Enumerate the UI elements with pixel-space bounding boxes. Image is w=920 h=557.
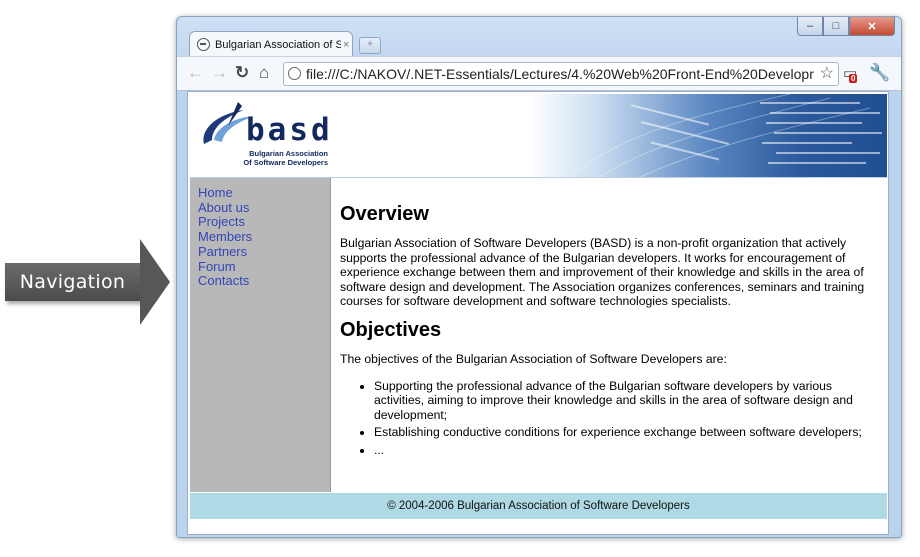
nav-link-partners[interactable]: Partners	[198, 244, 247, 259]
nav-list: Home About us Projects Members Partners …	[190, 178, 330, 289]
nav-link-members[interactable]: Members	[198, 229, 252, 244]
nav-item-home: Home	[198, 185, 330, 201]
new-tab-button[interactable]: +	[359, 37, 381, 54]
tab-close-icon[interactable]: ×	[343, 39, 349, 51]
objectives-list: Supporting the professional advance of t…	[340, 379, 880, 458]
address-bar[interactable]: file:///C:/NAKOV/.NET-Essentials/Lecture…	[283, 62, 839, 86]
nav-item-projects: Projects	[198, 215, 330, 230]
nav-link-about-us[interactable]: About us	[198, 200, 249, 215]
arrow-left-icon[interactable]: ←	[187, 63, 204, 83]
objectives-heading: Objectives	[340, 318, 442, 341]
window-controls: – □ ✕	[797, 17, 895, 37]
site-footer: © 2004-2006 Bulgarian Association of Sof…	[190, 493, 887, 519]
nav-item-partners: Partners	[198, 244, 330, 260]
page-icon	[288, 67, 301, 80]
objectives-intro: The objectives of the Bulgarian Associat…	[340, 351, 727, 366]
nav-item-about-us: About us	[198, 200, 330, 216]
navigation-callout: Navigation	[5, 239, 170, 325]
header-banner-image	[530, 94, 887, 177]
basd-site: basd Bulgarian Association Of Software D…	[190, 94, 887, 519]
maximize-button[interactable]: □	[823, 17, 849, 36]
nav-link-home[interactable]: Home	[198, 185, 233, 200]
nav-link-contacts[interactable]: Contacts	[198, 273, 249, 288]
wrench-icon[interactable]: 🔧	[869, 63, 890, 83]
nav-link-projects[interactable]: Projects	[198, 214, 245, 230]
arrow-right-icon[interactable]: →	[211, 63, 228, 83]
callout-label: Navigation	[19, 271, 126, 293]
overview-heading: Overview	[340, 203, 429, 225]
browser-toolbar: ← → ↻ ⌂ file:///C:/NAKOV/.NET-Essentials…	[177, 56, 901, 91]
browser-window: – □ ✕ Bulgarian Association of Sc × + ← …	[176, 16, 902, 538]
logo-wordmark: basd	[246, 112, 333, 148]
browser-tab[interactable]: Bulgarian Association of Sc ×	[189, 31, 353, 57]
star-icon[interactable]: ☆	[820, 63, 834, 83]
close-window-button[interactable]: ✕	[849, 17, 895, 36]
page-menu-badge: 0	[849, 74, 858, 83]
nav-item-contacts: Contacts	[198, 273, 330, 289]
nav-link-forum[interactable]: Forum	[198, 259, 236, 274]
main-content: Overview Bulgarian Association of Softwa…	[340, 178, 880, 492]
url-text[interactable]: file:///C:/NAKOV/.NET-Essentials/Lecture…	[306, 65, 814, 83]
overview-paragraph: Bulgarian Association of Software Develo…	[340, 236, 865, 309]
home-icon[interactable]: ⌂	[259, 63, 269, 83]
site-header: basd Bulgarian Association Of Software D…	[190, 94, 887, 178]
minimize-button[interactable]: –	[797, 17, 823, 36]
tab-title: Bulgarian Association of Sc	[215, 38, 341, 51]
logo-subtitle-line2: Of Software Developers	[243, 158, 328, 167]
logo-subtitle-line1: Bulgarian Association	[249, 149, 328, 158]
reload-icon[interactable]: ↻	[235, 63, 249, 83]
globe-icon	[197, 38, 210, 51]
sidebar-navigation: Home About us Projects Members Partners …	[190, 178, 331, 492]
page-viewport: basd Bulgarian Association Of Software D…	[187, 91, 889, 535]
objective-item: Establishing conductive conditions for e…	[374, 425, 880, 440]
objective-item: Supporting the professional advance of t…	[374, 379, 880, 423]
logo-subtitle: Bulgarian Association Of Software Develo…	[212, 149, 328, 167]
banner-code-art	[569, 94, 882, 177]
basd-logo[interactable]: basd Bulgarian Association Of Software D…	[198, 98, 330, 174]
nav-item-members: Members	[198, 229, 330, 245]
nav-item-forum: Forum	[198, 259, 330, 275]
callout-arrowhead	[140, 239, 170, 325]
objective-item: ...	[374, 443, 880, 458]
page-menu-icon[interactable]: ▭0	[843, 64, 858, 84]
